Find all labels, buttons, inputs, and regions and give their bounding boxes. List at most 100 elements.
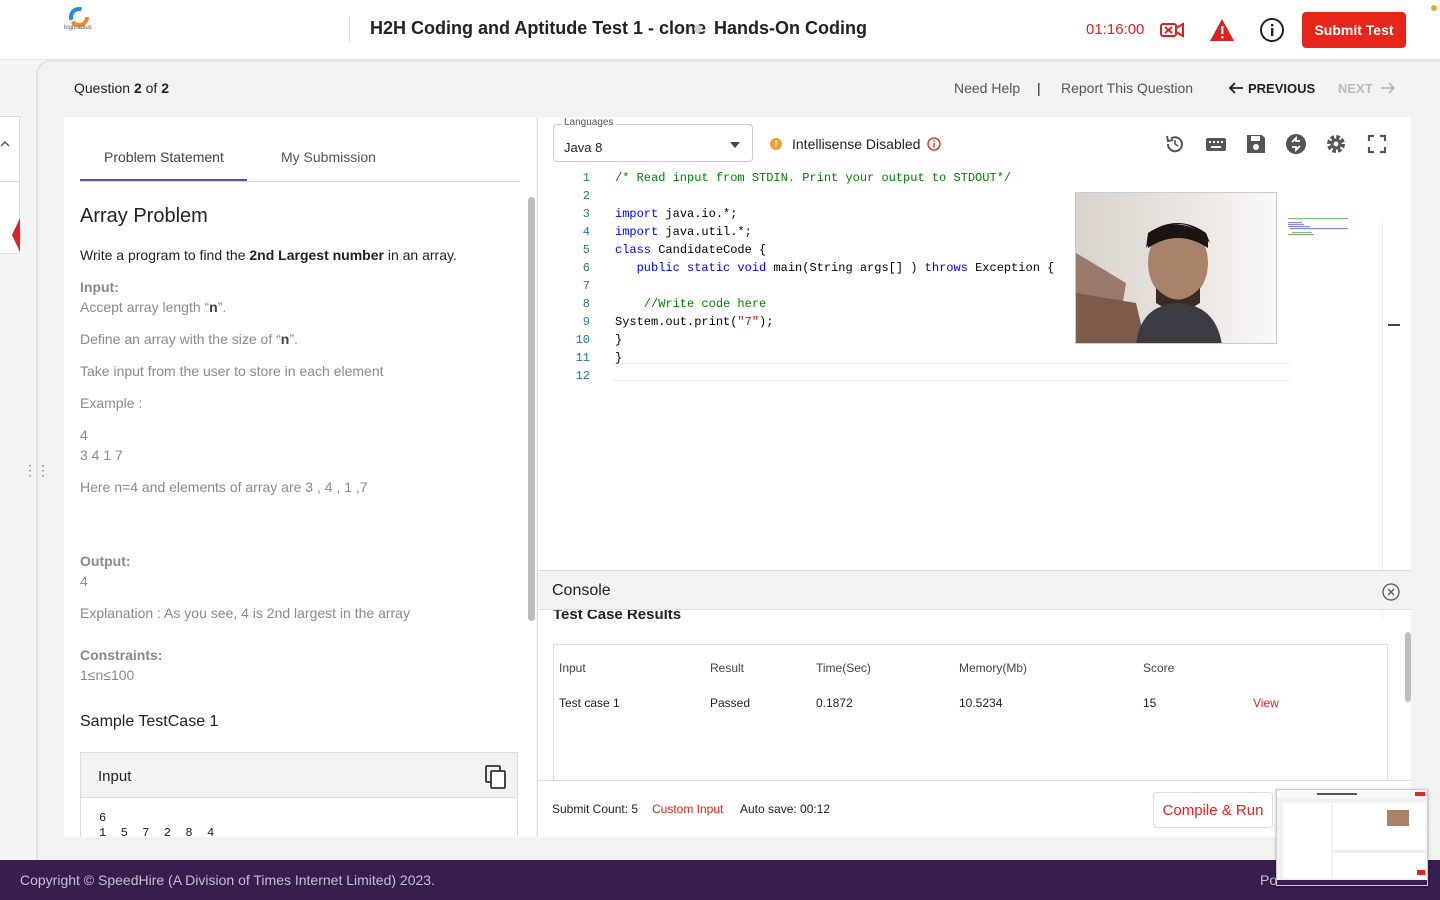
code-line: class CandidateCode { [615,243,766,257]
code-token: /* Read input from STDIN. Print your out… [615,171,1012,185]
editor-panel: Languages Java 8 ! Intellisense Disabled [537,117,1411,837]
input-line-2: Define an array with the size of “n”. [80,329,298,349]
editor-scroll-marker [1388,324,1400,326]
constraints-heading: Constraints: [80,647,163,663]
line-number: 7 [582,279,590,293]
line-number: 2 [582,189,590,203]
language-select[interactable]: Languages Java 8 [553,117,753,162]
column-header-time: Time(Sec) [816,661,871,675]
problem-scrollbar[interactable] [528,197,535,621]
webcam-image [1076,193,1276,343]
active-tab-indicator [80,179,247,181]
tab-problem-statement[interactable]: Problem Statement [104,149,224,165]
arrow-right-icon [1381,82,1396,94]
arrow-left-icon [1228,82,1243,94]
sync-icon[interactable] [1285,133,1307,155]
info-icon[interactable] [1259,17,1285,43]
code-token: } [615,333,623,347]
copy-icon[interactable] [485,765,507,789]
editor-scrollbar[interactable] [1382,219,1398,619]
output-explanation: Explanation : As you see, 4 is 2nd large… [80,605,410,621]
keyboard-icon[interactable] [1205,133,1227,155]
code-line: //Write code here [615,297,766,311]
input-line-1: Accept array length “n”. [80,297,226,317]
problem-intro: Write a program to find the 2nd Largest … [80,245,457,265]
row-input: Test case 1 [559,696,620,710]
footer-link[interactable]: Po [1260,872,1277,888]
settings-gear-icon[interactable] [1325,133,1347,155]
input-line-3: Take input from the user to store in eac… [80,363,384,379]
column-header-score: Score [1143,661,1175,675]
intellisense-status: Intellisense Disabled [792,136,921,152]
input-heading: Input: [80,279,119,295]
line-number: 5 [582,243,590,257]
left-drag-handle-icon[interactable]: ⋮⋮ [23,462,50,479]
submit-test-button[interactable]: Submit Test [1302,12,1406,48]
next-label: NEXT [1338,81,1373,96]
output-value: 4 [80,573,88,589]
submit-count: Submit Count: 5 [552,802,639,816]
code-editor[interactable]: 1 /* Read input from STDIN. Print your ou… [538,167,1411,619]
fullscreen-icon[interactable] [1366,133,1388,155]
example-label: Example : [80,395,143,411]
constraints-value: 1≤n≤100 [80,667,135,683]
close-icon[interactable] [1382,583,1400,601]
current-line-highlight [612,363,1290,381]
example-array: 3 4 1 7 [80,447,123,463]
sample-input-label: Input [98,768,132,785]
code-token: "7" [737,315,760,329]
code-line: } [615,351,622,365]
column-header-result: Result [710,661,745,675]
test-title: H2H Coding and Aptitude Test 1 - clone [370,18,707,38]
notification-dot [1431,5,1437,11]
code-line: /* Read input from STDIN. Print your out… [615,171,1011,185]
row-result: Passed [710,696,751,710]
row-score: 15 [1143,696,1157,710]
compile-run-button[interactable]: Compile & Run [1153,792,1273,828]
code-token: //Write code here [615,297,767,311]
console-body: Test Case Results Input Result Time(Sec)… [538,610,1411,780]
intro-text: Write a program to find the [80,247,250,263]
line-number: 10 [575,333,590,347]
header-divider [349,16,350,42]
side-panel-divider [0,181,20,182]
code-line: import java.util.*; [615,225,752,239]
line-number: 3 [582,207,590,221]
auto-save-status: Auto save: 00:12 [740,802,831,816]
sample-input-line-2: 1 5 7 2 8 4 [99,826,215,837]
code-token: main(String args[] ) [766,261,925,275]
code-token: Exception { [967,261,1055,275]
need-help-link[interactable]: Need Help [954,80,1020,96]
code-token: java.util.*; [658,225,752,239]
nav-separator: | [1037,80,1041,96]
chevron-down-icon [730,142,740,148]
row-time: 0.1872 [816,696,853,710]
report-question-link[interactable]: Report This Question [1061,80,1193,96]
intellisense-info-icon[interactable] [927,137,941,151]
output-heading: Output: [80,553,131,569]
save-icon[interactable] [1245,133,1267,155]
code-token: class [615,243,652,257]
code-token: throws [924,261,968,275]
section-title: Hands-On Coding [714,18,867,38]
chevron-up-icon[interactable] [0,139,10,149]
test-case-results-title: Test Case Results [553,610,682,623]
webcam-feed [1075,192,1277,344]
previous-label: PREVIOUS [1248,81,1316,96]
code-minimap[interactable] [1288,217,1352,241]
console-scrollbar[interactable] [1405,632,1411,702]
reset-code-icon[interactable] [1164,133,1186,155]
example-explanation: Here n=4 and elements of array are 3 , 4… [80,479,368,495]
example-n: 4 [80,427,88,443]
video-camera-icon[interactable] [1159,17,1185,43]
sample-input-box: Input 6 1 5 7 2 8 4 [80,752,518,837]
code-token: public static void [636,261,767,275]
warning-icon[interactable] [1209,17,1235,43]
line2-end: ”. [289,331,298,347]
custom-input-link[interactable]: Custom Input [652,802,723,816]
sample-input-line-1: 6 [99,811,107,825]
tab-my-submission[interactable]: My Submission [281,149,376,165]
view-link[interactable]: View [1253,696,1279,710]
code-token: import [615,207,659,221]
